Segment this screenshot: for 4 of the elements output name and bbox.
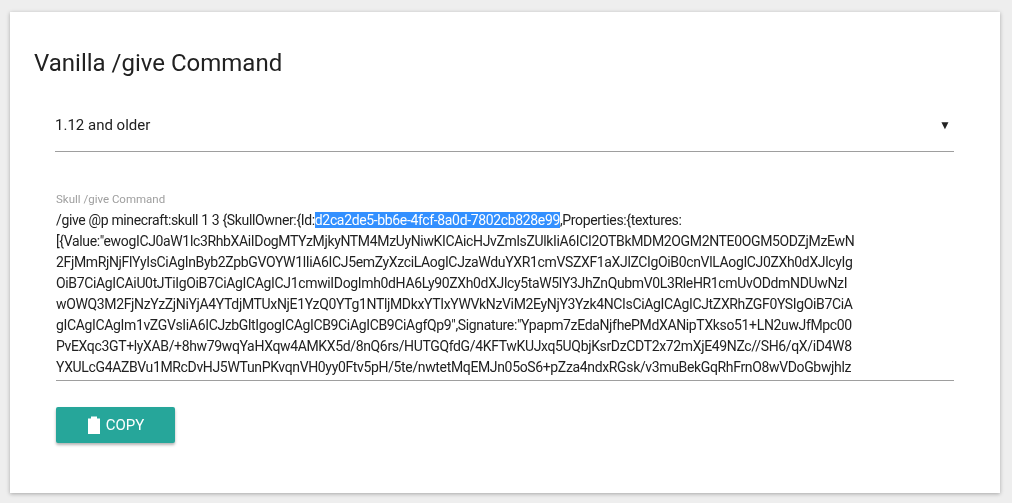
- clipboard-icon: [86, 415, 101, 435]
- card-title: Vanilla /give Command: [34, 48, 283, 78]
- field-label: Skull /give Command: [56, 192, 166, 206]
- version-dropdown[interactable]: 1.12 and older ▼: [55, 98, 954, 152]
